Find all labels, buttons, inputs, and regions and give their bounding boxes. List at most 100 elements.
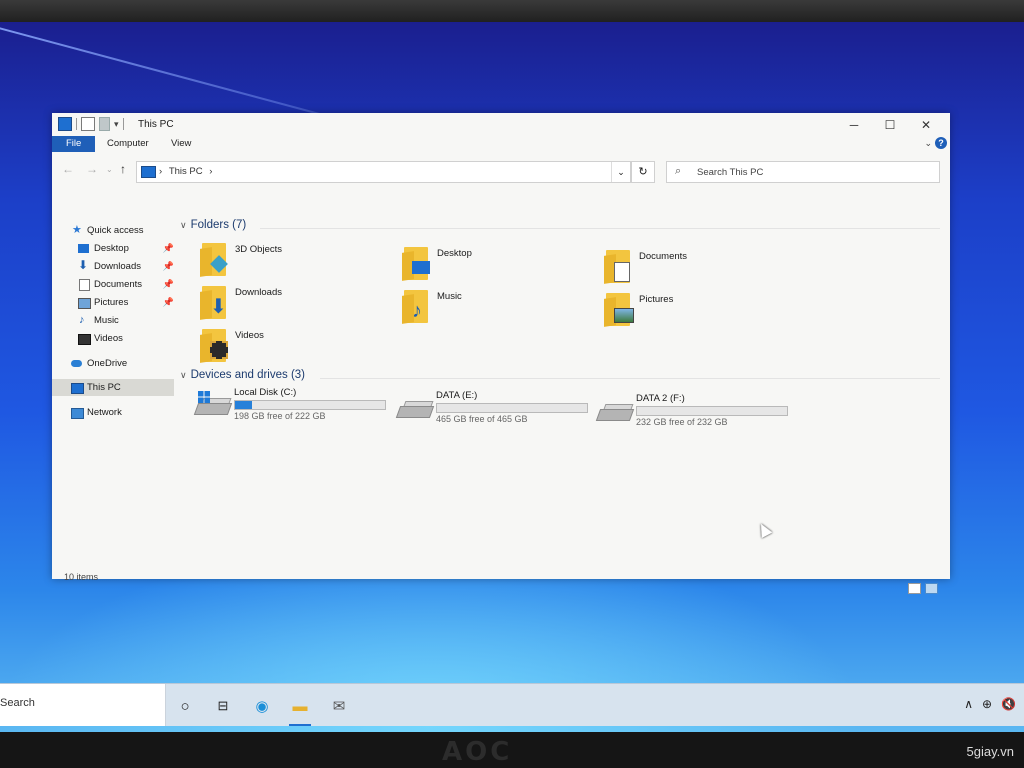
chevron-down-icon[interactable]: ∨ (180, 370, 187, 380)
pin-icon[interactable]: 📌 (163, 294, 174, 311)
mail-icon[interactable]: ✉ (326, 693, 352, 719)
drive-e[interactable]: DATA (E:) 465 GB free of 465 GB (395, 390, 598, 426)
breadcrumb-this-pc[interactable]: This PC (169, 166, 203, 177)
sidebar-item-quick-access[interactable]: ★ Quick access (52, 222, 174, 239)
pictures-icon (614, 308, 634, 323)
volume-muted-icon[interactable]: 🔇 (1001, 697, 1016, 711)
back-icon[interactable]: ← (62, 162, 74, 176)
folders-group-header[interactable]: ∨ Folders (7) (180, 219, 246, 231)
network-globe-icon[interactable]: ⊕ (982, 697, 992, 711)
search-box[interactable]: ⌕ Search This PC (666, 161, 940, 183)
sidebar-item-label: Documents (94, 279, 143, 290)
network-icon (71, 408, 84, 419)
help-icon[interactable]: ? (935, 137, 947, 149)
properties-icon[interactable] (81, 117, 95, 131)
sidebar-item-label: Desktop (94, 243, 129, 254)
refresh-icon[interactable]: ↻ (631, 161, 655, 183)
expand-ribbon-icon[interactable]: ⌄ (924, 138, 932, 149)
task-view-icon[interactable]: ⊟ (210, 693, 236, 719)
drive-usage-bar (436, 403, 588, 413)
window-title: This PC (138, 119, 174, 130)
breadcrumb: › This PC › (159, 166, 212, 177)
folder-label: Documents (639, 251, 688, 262)
search-input[interactable]: Search This PC (697, 167, 763, 178)
drive-usage-bar (636, 406, 788, 416)
watermark: 5giay.vn (966, 744, 1014, 759)
tab-computer[interactable]: Computer (96, 136, 160, 152)
sidebar-item-label: Network (87, 407, 122, 418)
folder-label: 3D Objects (235, 244, 282, 255)
monitor-brand-logo: AOC (442, 737, 513, 767)
new-folder-icon[interactable] (99, 117, 110, 131)
forward-icon[interactable]: → (86, 162, 98, 176)
folder-music[interactable]: ♪ Music (402, 288, 602, 328)
large-icons-view-icon[interactable] (925, 583, 938, 594)
drive-free-space: 465 GB free of 465 GB (436, 414, 528, 424)
pictures-icon (78, 298, 91, 309)
drive-label: DATA 2 (F:) (636, 393, 685, 404)
windows-logo-icon (198, 391, 210, 403)
chevron-down-icon[interactable]: ∨ (180, 220, 187, 230)
sidebar-item-desktop[interactable]: Desktop 📌 (52, 240, 174, 257)
address-history-dropdown-icon[interactable]: ⌄ (611, 162, 630, 182)
folders-heading: Folders (7) (190, 219, 247, 231)
cloud-icon (71, 360, 82, 367)
address-bar[interactable]: › This PC › ⌄ (136, 161, 631, 183)
maximize-button[interactable]: ☐ (872, 115, 908, 135)
sidebar-item-videos[interactable]: Videos (52, 330, 174, 347)
sidebar-item-documents[interactable]: Documents 📌 (52, 276, 174, 293)
close-button[interactable]: ✕ (908, 115, 944, 135)
sidebar-item-onedrive[interactable]: OneDrive (52, 355, 174, 372)
sidebar-item-label: Videos (94, 333, 123, 344)
drive-usage-bar (234, 400, 386, 410)
system-tray: ∧ ⊕ 🔇 (964, 697, 1016, 711)
folder-videos[interactable]: Videos (200, 327, 400, 367)
folder-downloads[interactable]: ⬇ Downloads (200, 284, 400, 324)
folder-pictures[interactable]: Pictures (604, 291, 804, 331)
file-explorer-window: ▾ This PC ─ ☐ ✕ File Computer View ⌄ ? ←… (52, 113, 950, 594)
music-icon: ♪ (412, 300, 422, 322)
details-view-icon[interactable] (908, 583, 921, 594)
devices-heading: Devices and drives (3) (190, 369, 305, 381)
drive-usage-fill (235, 401, 252, 409)
tab-view[interactable]: View (160, 136, 202, 152)
sidebar-item-music[interactable]: ♪ Music (52, 312, 174, 329)
pin-icon[interactable]: 📌 (163, 276, 174, 293)
breadcrumb-separator[interactable]: › (159, 166, 162, 177)
drive-c[interactable]: Local Disk (C:) 198 GB free of 222 GB (193, 387, 396, 423)
folder-desktop[interactable]: Desktop (402, 245, 602, 285)
folder-icon: ⬇ (200, 286, 230, 320)
sidebar-item-downloads[interactable]: ⬇ Downloads 📌 (52, 258, 174, 275)
recent-locations-icon[interactable]: ⌄ (106, 165, 113, 174)
pin-icon[interactable]: 📌 (163, 240, 174, 257)
minimize-button[interactable]: ─ (836, 115, 872, 135)
navigation-bar: ← → ⌄ ↑ › This PC › ⌄ ↻ ⌕ Search This PC (52, 157, 950, 185)
pin-icon[interactable]: 📌 (163, 258, 174, 275)
desktop-icon (412, 261, 430, 274)
file-explorer-icon[interactable]: ▬ (287, 693, 313, 726)
drive-f[interactable]: DATA 2 (F:) 232 GB free of 232 GB (595, 393, 798, 429)
devices-group-header[interactable]: ∨ Devices and drives (3) (180, 369, 305, 381)
show-hidden-icons-icon[interactable]: ∧ (964, 697, 973, 711)
taskbar-search-box[interactable]: Search (0, 684, 166, 726)
cortana-icon[interactable]: ○ (172, 693, 198, 719)
monitor-top-bezel (0, 0, 1024, 24)
up-icon[interactable]: ↑ (120, 162, 126, 176)
edge-browser-icon[interactable]: ◉ (249, 693, 275, 719)
group-divider (320, 378, 940, 379)
search-icon: ⌕ (675, 165, 682, 177)
sidebar-item-pictures[interactable]: Pictures 📌 (52, 294, 174, 311)
videos-icon (210, 341, 228, 359)
customize-toolbar-icon[interactable]: ▾ (114, 119, 119, 130)
folder-3d-objects[interactable]: 3D Objects (200, 241, 400, 281)
hard-drive-icon (595, 403, 635, 421)
sidebar-item-network[interactable]: Network (52, 404, 174, 421)
computer-icon (71, 383, 84, 394)
view-switcher (908, 583, 938, 594)
folder-label: Desktop (437, 248, 472, 259)
breadcrumb-separator[interactable]: › (209, 166, 212, 177)
tab-file[interactable]: File (52, 136, 96, 152)
folder-documents[interactable]: Documents (604, 248, 804, 288)
hard-drive-icon (193, 391, 233, 415)
sidebar-item-this-pc[interactable]: This PC (52, 379, 174, 396)
